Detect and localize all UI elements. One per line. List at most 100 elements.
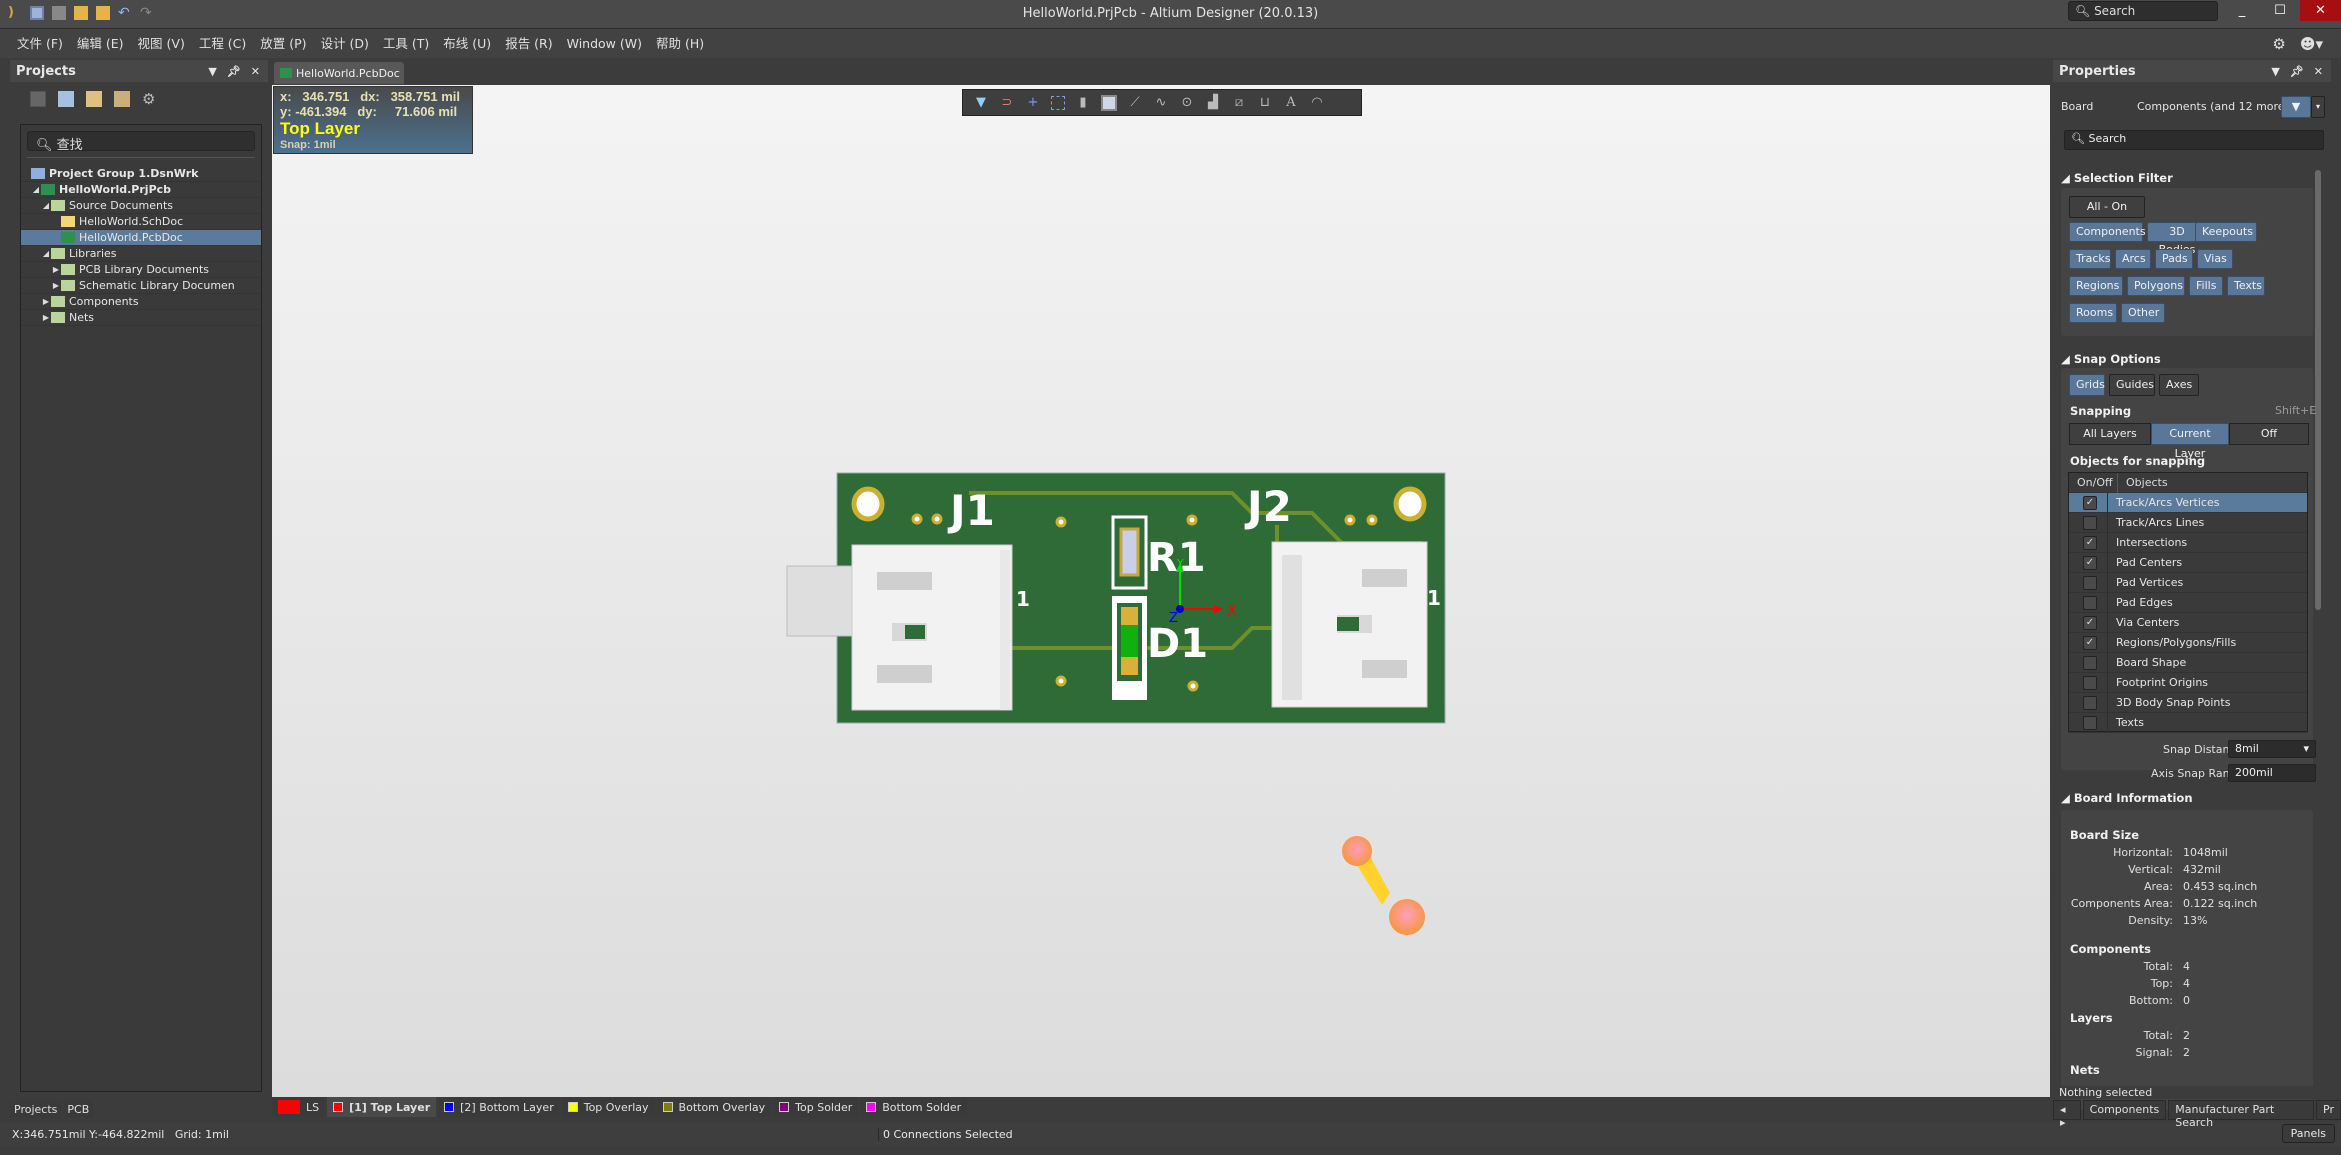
checkbox-unchecked[interactable]	[2083, 575, 2097, 590]
filter-toggle-keepouts[interactable]: Keepouts	[2195, 222, 2257, 242]
tree-item[interactable]: HelloWorld.PcbDoc	[21, 230, 261, 246]
filter-toggle-pads[interactable]: Pads	[2155, 249, 2193, 269]
text-icon[interactable]: A	[1283, 95, 1299, 111]
filter-icon[interactable]: ▼	[973, 95, 989, 111]
crosshair-icon[interactable]: +	[1025, 95, 1041, 111]
project-search-input[interactable]: 🔍︎ 查找	[27, 131, 255, 153]
section-board-info[interactable]: ◢ Board Information	[2061, 791, 2193, 805]
snap-object-row[interactable]: Pad Vertices	[2069, 572, 2307, 593]
filter-toggle-rooms[interactable]: Rooms	[2069, 303, 2117, 323]
tree-item[interactable]: Project Group 1.DsnWrk	[21, 166, 261, 182]
snap-object-row[interactable]: ✓ Track/Arcs Vertices	[2069, 492, 2307, 513]
snap-object-row[interactable]: Pad Edges	[2069, 592, 2307, 613]
filter-button[interactable]: ▼	[2281, 96, 2311, 118]
filter-toggle-fills[interactable]: Fills	[2189, 276, 2223, 296]
snap-object-row[interactable]: ✓ Regions/Polygons/Fills	[2069, 632, 2307, 653]
tab-projects[interactable]: Projects	[10, 1101, 62, 1118]
fill-icon[interactable]: ▟	[1205, 95, 1221, 111]
checkbox-unchecked[interactable]	[2083, 675, 2097, 690]
snap-mode-grids[interactable]: Grids	[2069, 374, 2105, 396]
menu-item[interactable]: 工具 (T)	[376, 29, 436, 59]
section-snap-options[interactable]: ◢ Snap Options	[2061, 352, 2161, 366]
tree-item[interactable]: ◢ HelloWorld.PrjPcb	[21, 182, 261, 198]
checkbox-unchecked[interactable]	[2083, 715, 2097, 730]
close-button[interactable]: ✕	[2300, 0, 2341, 21]
checkbox-checked[interactable]: ✓	[2083, 615, 2097, 630]
menu-item[interactable]: 文件 (F)	[10, 29, 70, 59]
user-account-icon[interactable]: ☻▾	[2300, 35, 2323, 53]
filter-dropdown[interactable]: ▾	[2311, 96, 2325, 118]
keepout-icon[interactable]: ⊔	[1257, 95, 1273, 111]
snap-magnet-icon[interactable]: ⊃	[999, 95, 1015, 111]
close-panel-icon[interactable]: ✕	[251, 65, 260, 78]
filter-toggle-polygons[interactable]: Polygons	[2127, 276, 2185, 296]
menu-item[interactable]: Window (W)	[560, 29, 649, 59]
snap-object-row[interactable]: Track/Arcs Lines	[2069, 512, 2307, 533]
layer-tab[interactable]: Top Solder	[773, 1097, 859, 1117]
settings-gear-icon[interactable]: ⚙	[2272, 35, 2285, 53]
snap-object-row[interactable]: Footprint Origins	[2069, 672, 2307, 693]
checkbox-checked[interactable]: ✓	[2083, 495, 2097, 510]
checkbox-unchecked[interactable]	[2083, 595, 2097, 610]
tab-manufacturer-part-search[interactable]: Manufacturer Part Search	[2168, 1100, 2315, 1129]
filter-toggle-other[interactable]: Other	[2121, 303, 2165, 323]
filter-toggle-arcs[interactable]: Arcs	[2115, 249, 2151, 269]
layer-tab[interactable]: Bottom Overlay	[656, 1097, 772, 1117]
checkbox-checked[interactable]: ✓	[2083, 535, 2097, 550]
axis-snap-input[interactable]: 200mil	[2228, 764, 2316, 782]
snap-mode-guides[interactable]: Guides	[2109, 374, 2155, 396]
copy-icon[interactable]	[58, 91, 74, 107]
menu-item[interactable]: 设计 (D)	[314, 29, 376, 59]
snap-object-row[interactable]: ✓ Pad Centers	[2069, 552, 2307, 573]
tab-scroll-arrows[interactable]: ◂ ▸	[2053, 1100, 2081, 1129]
tree-item[interactable]: ▶ Nets	[21, 310, 261, 326]
checkbox-unchecked[interactable]	[2083, 695, 2097, 710]
snap-object-row[interactable]: Board Shape	[2069, 652, 2307, 673]
menu-item[interactable]: 放置 (P)	[253, 29, 313, 59]
properties-search-input[interactable]: 🔍︎ Search	[2064, 130, 2324, 150]
snap-object-row[interactable]: 3D Body Snap Points	[2069, 692, 2307, 713]
select-rect-icon[interactable]	[1051, 95, 1065, 110]
close-panel-icon[interactable]: ✕	[2314, 65, 2323, 78]
expanded-arrow-icon[interactable]: ◢	[31, 182, 41, 197]
collapsed-arrow-icon[interactable]: ▶	[51, 262, 61, 277]
pcb-view[interactable]: J1 J2 R1 D1 1 1 X Y Z	[272, 85, 2050, 1097]
snap-mode-axes[interactable]: Axes	[2159, 374, 2199, 396]
tree-item[interactable]: ◢ Libraries	[21, 246, 261, 262]
snap-object-row[interactable]: ✓ Intersections	[2069, 532, 2307, 553]
menu-item[interactable]: 编辑 (E)	[70, 29, 131, 59]
properties-scrollbar[interactable]	[2315, 170, 2321, 610]
tree-item[interactable]: ◢ Source Documents	[21, 198, 261, 214]
panels-button[interactable]: Panels	[2281, 1124, 2335, 1143]
filter-toggle-components[interactable]: Components	[2069, 222, 2146, 242]
filter-toggle-regions[interactable]: Regions	[2069, 276, 2123, 296]
align-icon[interactable]: ▮	[1075, 95, 1091, 111]
filter-toggle-tracks[interactable]: Tracks	[2069, 249, 2111, 269]
checkbox-unchecked[interactable]	[2083, 655, 2097, 670]
menu-item[interactable]: 帮助 (H)	[649, 29, 711, 59]
tab-components[interactable]: Components	[2082, 1100, 2167, 1120]
collapsed-arrow-icon[interactable]: ▶	[51, 278, 61, 293]
filter-toggle-texts[interactable]: Texts	[2227, 276, 2265, 296]
tab-pcb[interactable]: PCB	[63, 1101, 94, 1118]
menu-item[interactable]: 工程 (C)	[192, 29, 253, 59]
maximize-button[interactable]: ☐	[2262, 0, 2298, 21]
menu-item[interactable]: 报告 (R)	[498, 29, 559, 59]
find-folder-icon[interactable]	[86, 91, 102, 107]
collapsed-arrow-icon[interactable]: ▶	[41, 294, 51, 309]
expanded-arrow-icon[interactable]: ◢	[41, 198, 51, 213]
document-tab[interactable]: HelloWorld.PcbDoc	[274, 62, 404, 84]
tree-item[interactable]: ▶ Components	[21, 294, 261, 310]
connector-j2[interactable]	[1271, 541, 1428, 708]
snapping-all-layers[interactable]: All Layers	[2069, 423, 2151, 445]
filter-toggle-vias[interactable]: Vias	[2197, 249, 2233, 269]
snap-object-row[interactable]: Texts	[2069, 712, 2307, 733]
global-search-input[interactable]: 🔍︎ Search	[2068, 1, 2218, 21]
panel-menu-icon[interactable]: ▼	[2271, 65, 2279, 78]
snapping-current-layer[interactable]: Current Layer	[2151, 423, 2229, 460]
minimize-button[interactable]: _	[2224, 0, 2260, 21]
menu-item[interactable]: 布线 (U)	[436, 29, 498, 59]
track-segment-object[interactable]	[1342, 836, 1425, 935]
layer-tab[interactable]: [1] Top Layer	[327, 1097, 437, 1117]
section-selection-filter[interactable]: ◢ Selection Filter	[2061, 171, 2173, 185]
